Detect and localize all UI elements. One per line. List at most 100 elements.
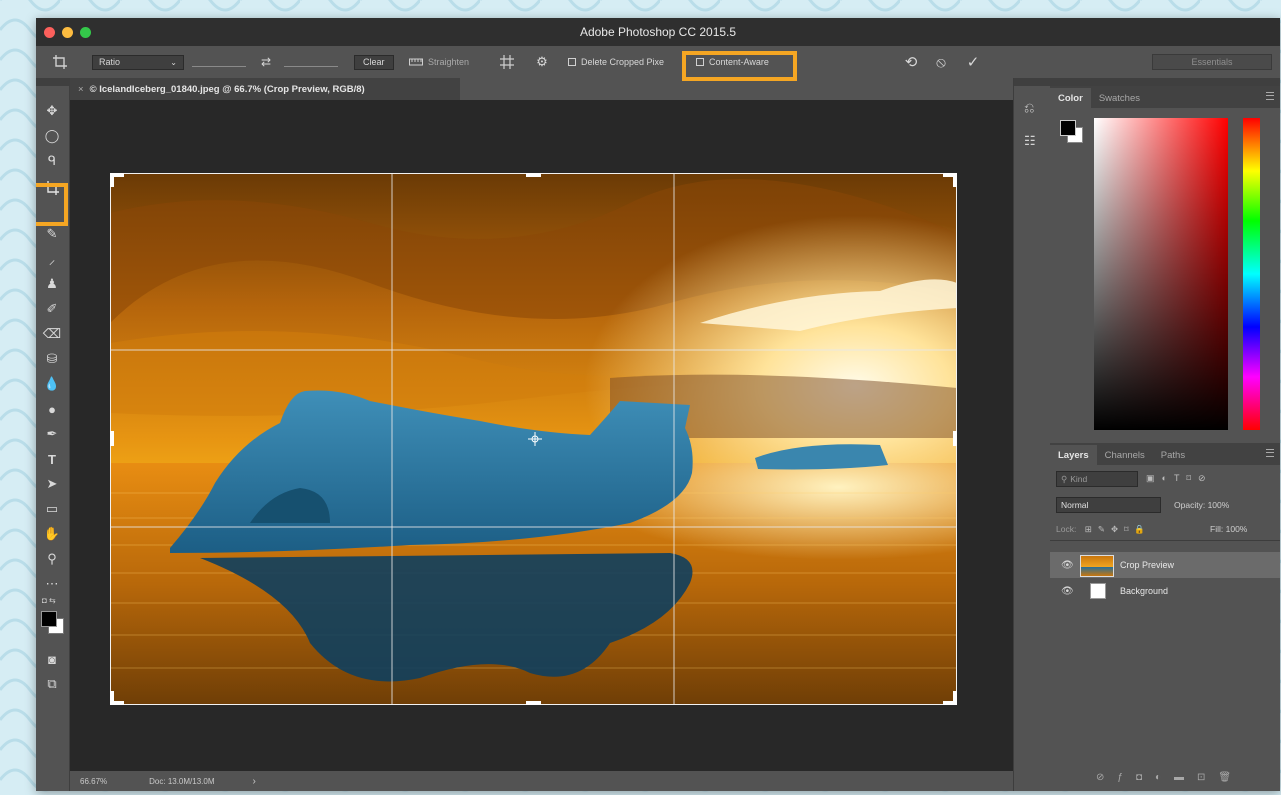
crop-overlay-grid-icon[interactable]	[498, 46, 516, 78]
search-icon: ⚲	[1061, 473, 1068, 484]
history-panel-icon[interactable]: ⎌	[1024, 100, 1034, 116]
color-field[interactable]	[1094, 118, 1228, 430]
tab-color[interactable]: Color	[1050, 88, 1091, 108]
blend-mode-select[interactable]: Normal	[1056, 497, 1161, 513]
foreground-swatch-front	[1060, 120, 1076, 136]
lock-icons[interactable]: ⊞✎✥⌑🔒	[1085, 524, 1151, 534]
zoom-tool-icon[interactable]: ⚲	[39, 548, 65, 570]
lasso-tool-icon[interactable]: ᑫ	[39, 150, 65, 172]
opacity-control[interactable]: Opacity: 100%	[1174, 500, 1229, 510]
app-title: Adobe Photoshop CC 2015.5	[579, 25, 737, 39]
move-tool-icon[interactable]: ✥	[39, 100, 65, 122]
commit-checkmark-icon[interactable]: ✓	[964, 46, 982, 78]
default-colors-icon[interactable]: ◘ ⇆	[42, 596, 56, 605]
status-bar: 66.67% Doc: 13.0M/13.0M ›	[70, 771, 1013, 791]
panels-header	[1050, 78, 1280, 86]
layer-row-background[interactable]: 👁 Background	[1050, 578, 1280, 604]
eye-icon[interactable]: 👁	[1061, 560, 1074, 571]
tab-layers-label: Layers	[1058, 449, 1089, 461]
ratio-width-field[interactable]	[192, 66, 246, 67]
screen-mode-icon[interactable]: ⧉	[39, 673, 65, 695]
workspace-label: Essentials	[1191, 57, 1233, 67]
hand-tool-icon[interactable]: ✋	[39, 523, 65, 545]
collapsed-panels-strip: ⎌ ☷	[1013, 78, 1051, 791]
blur-tool-icon[interactable]: 💧	[39, 373, 65, 395]
quick-mask-icon[interactable]: ◙	[39, 648, 65, 670]
document-tab[interactable]: × © IcelandIceberg_01840.jpeg @ 66.7% (C…	[70, 78, 461, 100]
lock-controls: Lock: ⊞✎✥⌑🔒	[1056, 524, 1151, 535]
lock-label: Lock:	[1056, 524, 1077, 534]
workspace-select[interactable]: Essentials	[1152, 54, 1272, 70]
close-tab-icon[interactable]: ×	[78, 84, 84, 95]
layer-thumbnail	[1090, 583, 1106, 599]
path-selection-tool-icon[interactable]: ➤	[39, 473, 65, 495]
ratio-height-field[interactable]	[284, 66, 338, 67]
rectangle-tool-icon[interactable]: ▭	[39, 498, 65, 520]
ratio-select-label: Ratio	[99, 57, 121, 67]
tab-paths[interactable]: Paths	[1153, 445, 1193, 465]
paint-bucket-tool-icon[interactable]: ⛁	[39, 348, 65, 370]
panel-menu-icon[interactable]	[1266, 449, 1274, 457]
dodge-tool-icon[interactable]: ●	[39, 398, 65, 420]
delete-cropped-pixels-checkbox[interactable]: Delete Cropped Pixe	[568, 46, 664, 78]
layer-filter-kind[interactable]: ⚲ Kind	[1056, 471, 1138, 487]
eye-icon[interactable]: 👁	[1061, 586, 1074, 597]
healing-brush-tool-icon[interactable]: ✎	[39, 223, 65, 245]
opacity-label: Opacity:	[1174, 500, 1206, 510]
options-bar: Ratio ⌄ ⇄ Clear Straighten ⚙ Delete Crop…	[36, 46, 1280, 79]
tab-channels[interactable]: Channels	[1097, 445, 1153, 465]
crop-preview-image[interactable]	[110, 173, 957, 705]
color-panel-tabs: Color Swatches	[1050, 86, 1280, 108]
ratio-select[interactable]: Ratio ⌄	[92, 54, 184, 70]
tab-layers[interactable]: Layers	[1050, 445, 1097, 465]
tab-channels-label: Channels	[1104, 449, 1145, 461]
strip-header	[1014, 78, 1050, 86]
properties-panel-icon[interactable]: ☷	[1024, 133, 1036, 149]
photoshop-window: Adobe Photoshop CC 2015.5 Ratio ⌄ ⇄ Clea…	[36, 18, 1280, 791]
gear-icon[interactable]: ⚙	[534, 46, 550, 78]
clone-stamp-tool-icon[interactable]: ♟	[39, 273, 65, 295]
tab-paths-label: Paths	[1160, 449, 1186, 461]
panel-menu-icon[interactable]	[1266, 92, 1274, 100]
more-tools-icon[interactable]: ⋯	[39, 573, 65, 595]
chevron-down-icon: ⌄	[170, 57, 177, 67]
tab-color-label: Color	[1058, 92, 1083, 104]
straighten-icon[interactable]	[408, 46, 424, 78]
opacity-value: 100%	[1207, 500, 1230, 510]
tab-swatches-label: Swatches	[1098, 92, 1140, 104]
fill-label: Fill:	[1210, 524, 1224, 534]
kind-label: Kind	[1070, 474, 1088, 484]
clear-button[interactable]: Clear	[354, 54, 394, 70]
foreground-color-swatch[interactable]	[41, 611, 57, 627]
layer-row-crop-preview[interactable]: 👁 Crop Preview	[1050, 552, 1280, 578]
pen-tool-icon[interactable]: ✒	[39, 423, 65, 445]
right-panels: Color Swatches Layers Channels Paths ⚲ K…	[1050, 78, 1280, 791]
brush-tool-icon[interactable]: ⸝	[39, 248, 65, 270]
document-info: Doc: 13.0M/13.0M	[149, 776, 215, 786]
fill-value: 100%	[1225, 524, 1248, 534]
toolbar-header	[36, 78, 69, 86]
eraser-tool-icon[interactable]: ⌫	[39, 323, 65, 345]
reset-icon[interactable]: ⟲	[902, 46, 920, 78]
layer-filter-icons[interactable]: ▣◐T⌑⊘	[1146, 473, 1213, 484]
layers-panel-tabs: Layers Channels Paths	[1050, 443, 1280, 465]
tab-swatches[interactable]: Swatches	[1091, 88, 1148, 108]
crop-tool-highlight	[36, 183, 68, 226]
fill-control[interactable]: Fill: 100%	[1210, 524, 1247, 534]
layers-footer-icons[interactable]: ⊘ƒ◘◐▬⊡🗑	[1096, 772, 1244, 783]
title-bar: Adobe Photoshop CC 2015.5	[36, 18, 1280, 46]
zoom-level[interactable]: 66.67%	[80, 777, 107, 786]
crop-tool-preset-icon[interactable]	[50, 46, 70, 78]
document-tab-title: © IcelandIceberg_01840.jpeg @ 66.7% (Cro…	[89, 83, 365, 95]
hue-slider[interactable]	[1243, 118, 1260, 430]
cancel-icon[interactable]: ⦸	[932, 46, 950, 78]
status-menu-arrow[interactable]: ›	[253, 776, 256, 787]
straighten-label: Straighten	[428, 57, 470, 67]
swap-dimensions-icon[interactable]: ⇄	[258, 46, 274, 78]
type-tool-icon[interactable]: T	[39, 448, 65, 470]
blend-mode-label: Normal	[1061, 500, 1089, 510]
marquee-tool-icon[interactable]: ◯	[39, 125, 65, 147]
history-brush-tool-icon[interactable]: ✐	[39, 298, 65, 320]
delete-cropped-label: Delete Cropped Pixe	[581, 57, 665, 67]
content-aware-highlight	[682, 51, 797, 81]
